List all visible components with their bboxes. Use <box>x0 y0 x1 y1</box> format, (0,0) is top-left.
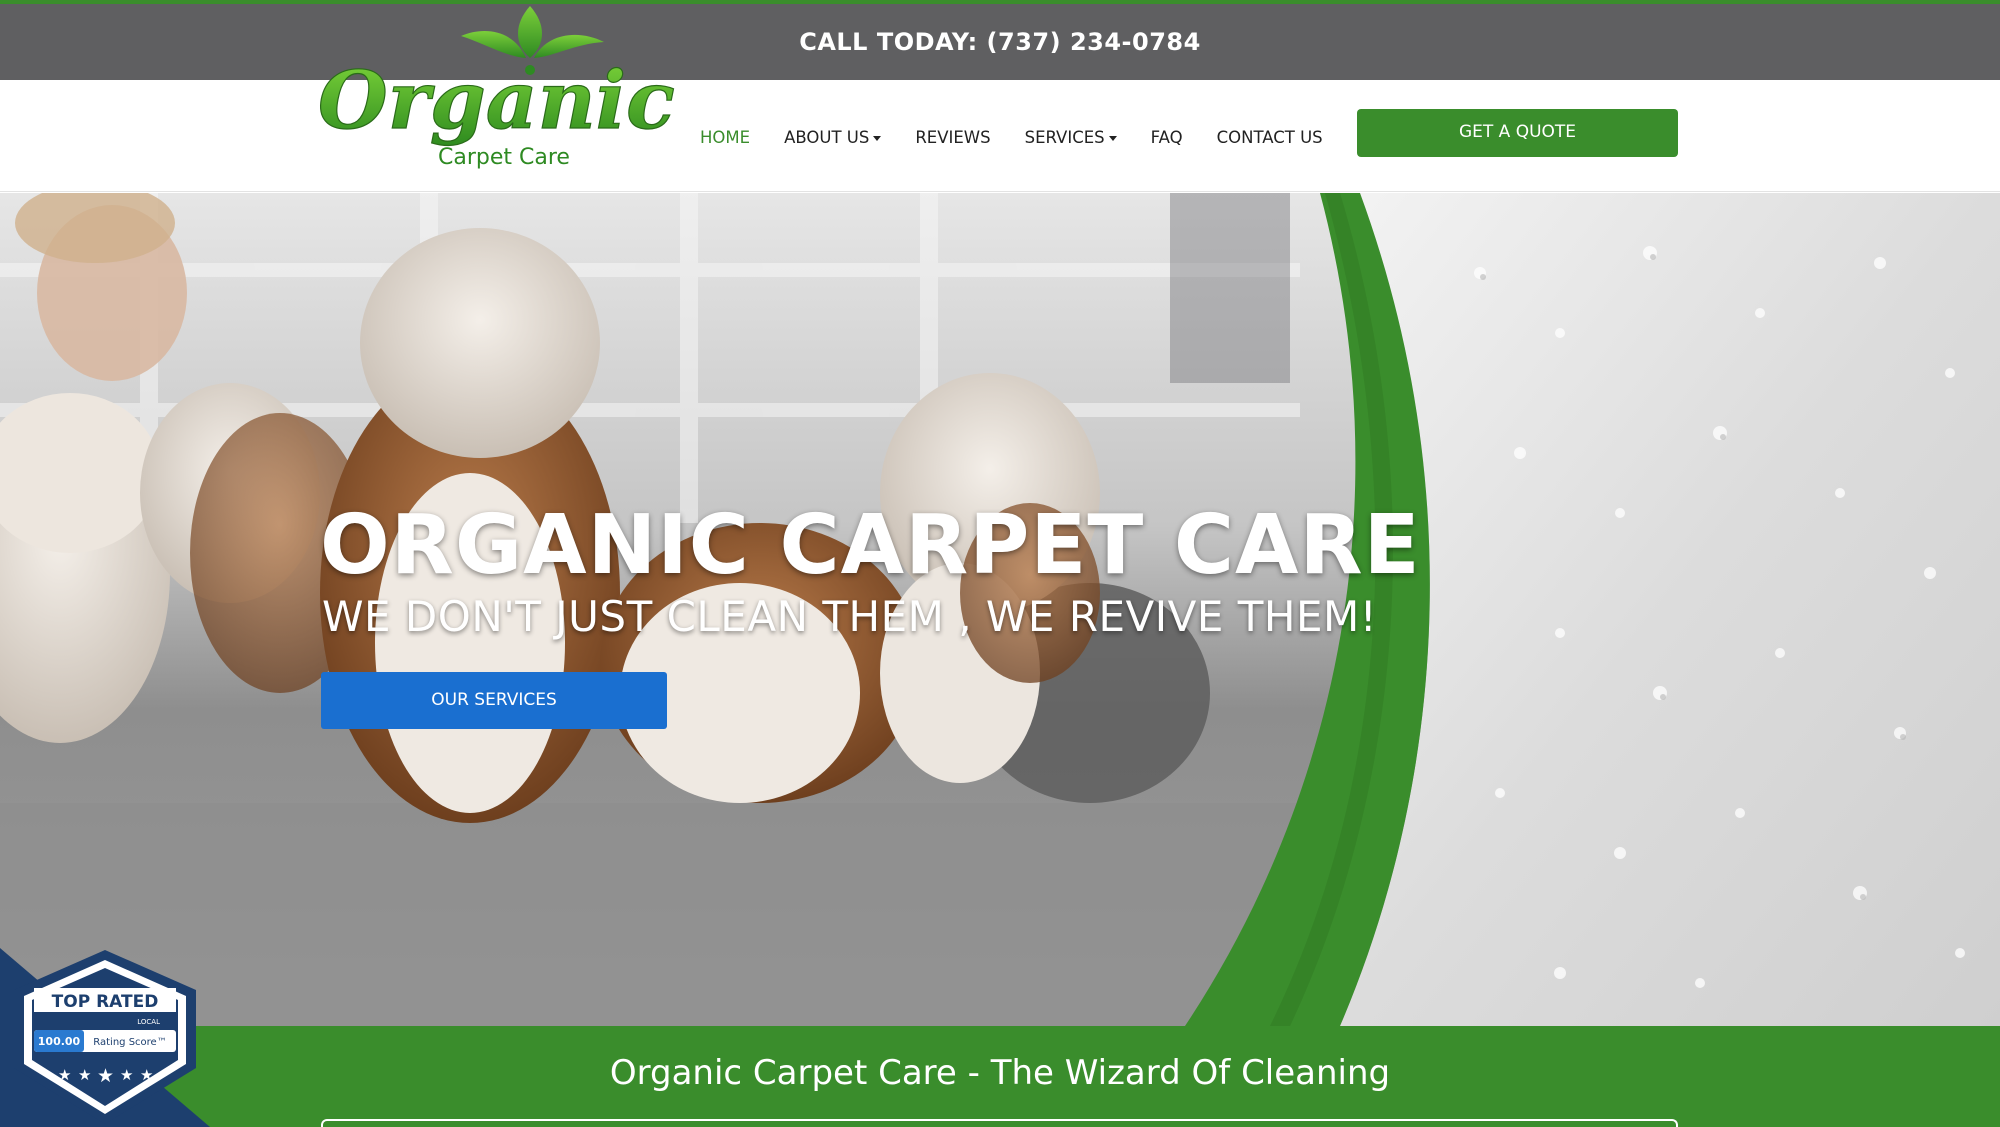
nav-contact-us[interactable]: CONTACT US <box>1217 124 1323 152</box>
tagline-band: Organic Carpet Care - The Wizard Of Clea… <box>0 1026 2000 1127</box>
main-nav: HOME ABOUT US REVIEWS SERVICES FAQ CONTA… <box>700 124 1357 152</box>
nav-about-us-label: ABOUT US <box>784 128 870 147</box>
our-services-button[interactable]: OUR SERVICES <box>321 672 667 729</box>
nav-reviews[interactable]: REVIEWS <box>915 124 990 152</box>
badge-brand: TOP RATED <box>52 992 159 1012</box>
caret-down-icon <box>1108 136 1117 141</box>
nav-reviews-label: REVIEWS <box>915 128 991 147</box>
svg-text:★: ★ <box>58 1066 71 1084</box>
nav-services-label: SERVICES <box>1024 128 1105 147</box>
logo-graphic: Organic Carpet Care <box>317 6 675 170</box>
nav-about-us[interactable]: ABOUT US <box>784 124 882 152</box>
site-header: HOME ABOUT US REVIEWS SERVICES FAQ CONTA… <box>0 80 2000 192</box>
top-bar: CALL TODAY: (737) 234-0784 <box>0 0 2000 80</box>
nav-home[interactable]: HOME <box>700 124 750 152</box>
caret-down-icon <box>873 136 882 141</box>
svg-text:★: ★ <box>120 1066 133 1084</box>
hero-subtitle: WE DON'T JUST CLEAN THEM , WE REVIVE THE… <box>322 592 1378 641</box>
nav-services[interactable]: SERVICES <box>1025 124 1117 152</box>
nav-contact-us-label: CONTACT US <box>1216 128 1323 147</box>
svg-text:★: ★ <box>78 1066 91 1084</box>
call-today-link[interactable]: CALL TODAY: (737) 234-0784 <box>0 28 2000 56</box>
site-logo[interactable]: Organic Carpet Care <box>317 0 675 180</box>
nav-faq-label: FAQ <box>1150 128 1183 147</box>
hero-section: ORGANIC CARPET CARE WE DON'T JUST CLEAN … <box>0 193 2000 1026</box>
badge-sub: LOCAL <box>137 1018 160 1026</box>
hero-title: ORGANIC CARPET CARE <box>320 498 1421 593</box>
logo-word: Organic <box>318 53 675 147</box>
content-box-border <box>321 1119 1678 1127</box>
badge-score: 100.00 <box>38 1035 81 1048</box>
logo-tagline: Carpet Care <box>438 145 570 170</box>
get-a-quote-button[interactable]: GET A QUOTE <box>1357 109 1678 157</box>
badge-score-label: Rating Score™ <box>93 1037 166 1048</box>
top-rated-badge[interactable]: TOP RATED LOCAL 100.00 Rating Score™ ★ ★… <box>0 948 210 1127</box>
page: CALL TODAY: (737) 234-0784 HOME ABOUT US… <box>0 0 2000 1127</box>
svg-text:★: ★ <box>97 1065 114 1087</box>
tagline-title: Organic Carpet Care - The Wizard Of Clea… <box>609 1053 1391 1093</box>
badge-graphic: TOP RATED LOCAL 100.00 Rating Score™ ★ ★… <box>0 948 210 1127</box>
nav-home-label: HOME <box>700 128 751 147</box>
svg-text:★: ★ <box>140 1066 153 1084</box>
nav-faq[interactable]: FAQ <box>1151 124 1183 152</box>
